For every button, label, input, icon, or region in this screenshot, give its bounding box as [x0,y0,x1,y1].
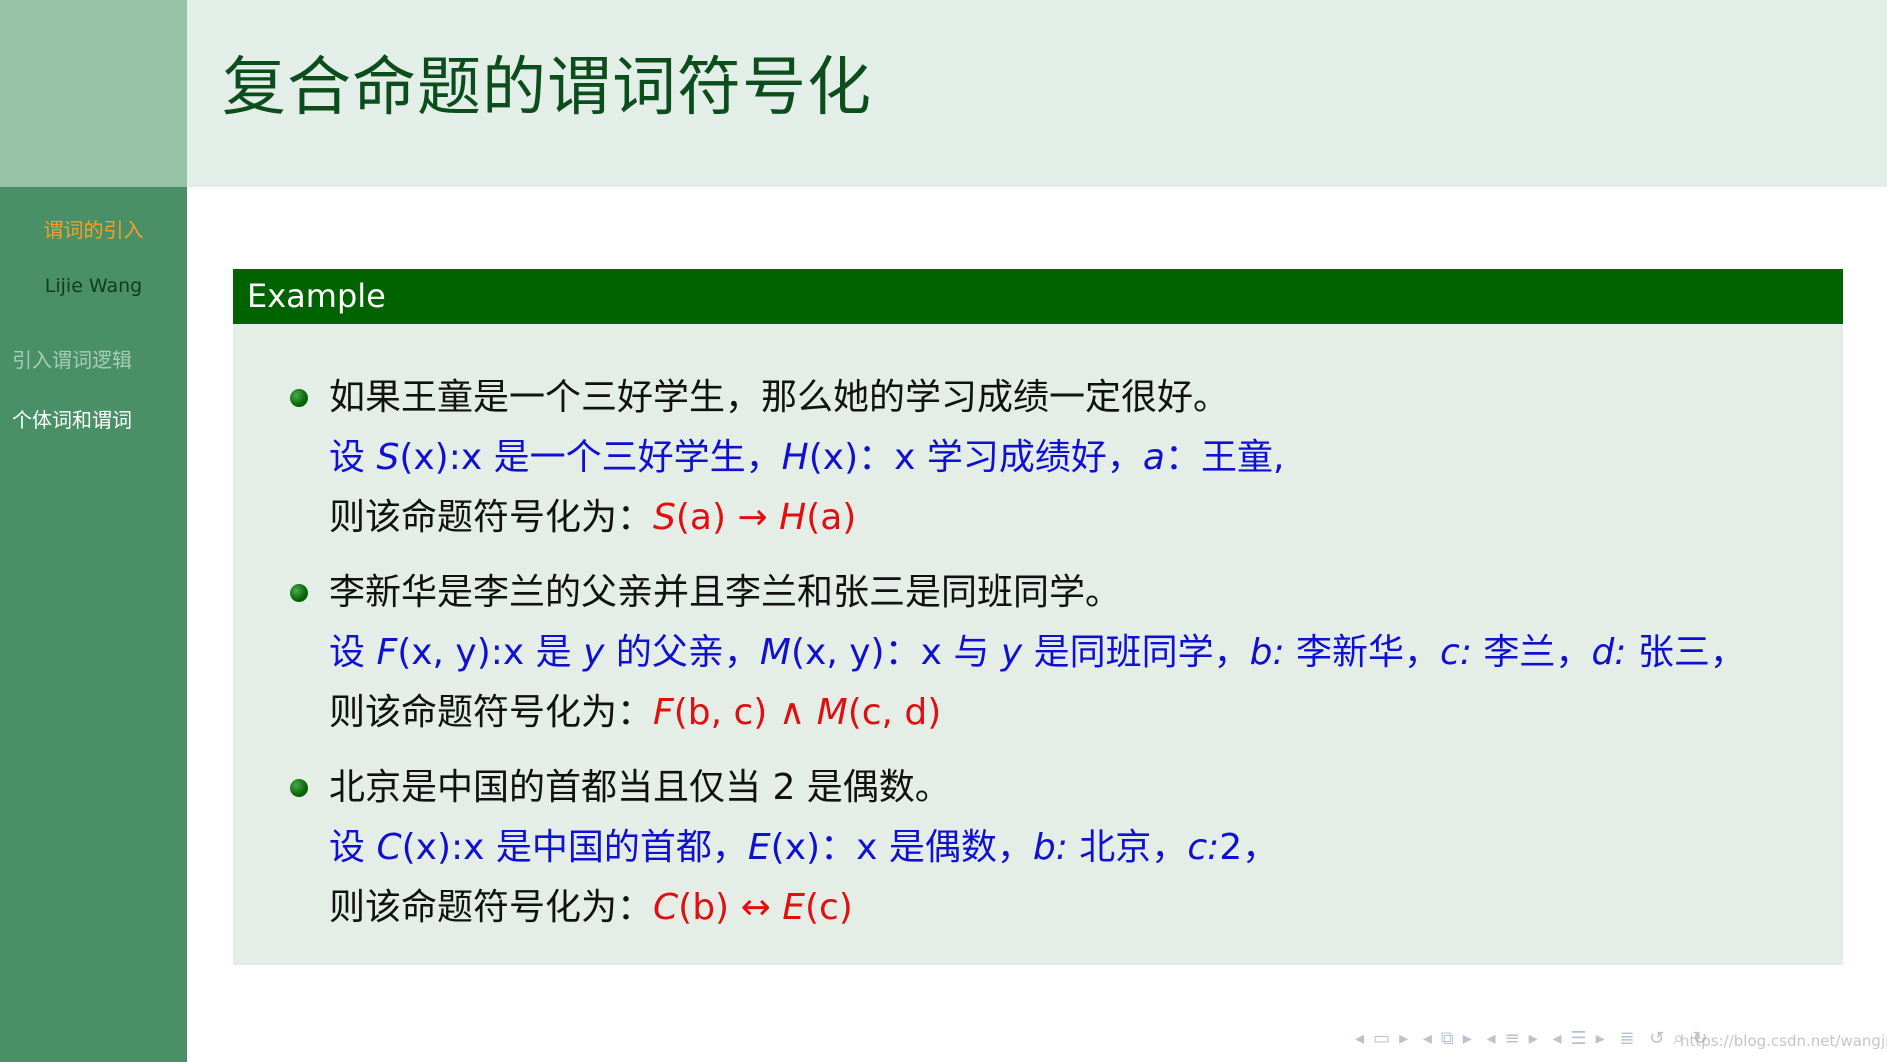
predicate-symbol: E [782,887,805,928]
predicate-args: (b) [678,887,730,928]
def-text: 李兰， [1483,632,1592,673]
result-line: 则该命题符号化为：C(b) ↔ E(c) [329,886,853,930]
def-lead: 设 [329,437,366,478]
sidebar [0,187,187,1062]
def-text: 是一个三好学生， [493,437,782,478]
definition-line: 设 S(x):x 是一个三好学生，H(x)：x 学习成绩好，a：王童, [329,436,1284,480]
logic-operator: ∧ [778,692,806,733]
predicate-args: (x) [401,827,452,868]
constant-symbol: c: [1440,632,1472,673]
math-variable: ：x [884,632,942,673]
def-text: 学习成绩好， [926,437,1143,478]
constant-symbol: b: [1249,632,1285,673]
def-lead: 设 [329,632,366,673]
constant-symbol: d: [1591,632,1627,673]
constant-symbol: b: [1032,827,1068,868]
bullet-icon [290,584,308,602]
subsection-icon[interactable]: ⧉ [1441,1028,1454,1049]
result-lead: 则该命题符号化为： [329,887,654,928]
section-icon[interactable]: ≡ [1505,1028,1520,1049]
example-block-body: 如果王童是一个三好学生，那么她的学习成绩一定很好。 设 S(x):x 是一个三好… [233,324,1843,965]
watermark: https://blog.csdn.net/wangjie [1680,1032,1887,1050]
nav-right-arrow-icon[interactable]: ▸ [1529,1028,1538,1049]
math-variable: :x [448,437,483,478]
example-block-title: Example [247,277,386,315]
nav-left-arrow-icon[interactable]: ◂ [1552,1028,1561,1049]
def-text: 张三， [1637,632,1746,673]
predicate-args: (x) [808,437,859,478]
def-text: 是 [535,632,572,673]
def-text: 是偶数， [888,827,1033,868]
statement: 如果王童是一个三好学生，那么她的学习成绩一定很好。 [329,377,1230,418]
def-text: 王童, [1200,437,1285,478]
predicate-symbol: S [376,437,400,478]
nav-left-arrow-icon[interactable]: ◂ [1487,1028,1496,1049]
predicate-args: (c, d) [847,692,942,733]
nav-right-arrow-icon[interactable]: ▸ [1463,1028,1472,1049]
math-variable: ：x [858,437,916,478]
predicate-symbol: H [779,497,807,538]
bullet-icon [290,779,308,797]
nav-left-arrow-icon[interactable]: ◂ [1423,1028,1432,1049]
sidebar-item-intro-predicate-logic[interactable]: 引入谓词逻辑 [12,344,132,373]
logic-operator: → [737,497,768,538]
result-line: 则该命题符号化为：F(b, c) ∧ M(c, d) [329,691,941,735]
sidebar-item-individual-and-predicate[interactable]: 个体词和谓词 [12,404,132,433]
predicate-args: (c) [804,887,853,928]
predicate-symbol: H [781,437,809,478]
predicate-args: (a) [806,497,857,538]
def-text: 是同班同学， [1033,632,1250,673]
sidebar-header-band [0,0,187,187]
predicate-symbol: S [653,497,676,538]
predicate-args: (x, y) [790,632,885,673]
nav-left-arrow-icon[interactable]: ◂ [1355,1028,1364,1049]
predicate-args: (x, y) [397,632,491,673]
statement: 北京是中国的首都当且仅当 2 是偶数。 [329,767,951,808]
math-variable: y [1000,632,1023,673]
predicate-symbol: F [653,692,674,733]
statement: 李新华是李兰的父亲并且李兰和张三是同班同学。 [329,572,1122,613]
predicate-symbol: C [653,887,679,928]
constant-symbol: c: [1187,827,1220,868]
bullet-icon [290,389,308,407]
result-lead: 则该命题符号化为： [329,497,654,538]
predicate-symbol: E [747,827,771,868]
nav-right-arrow-icon[interactable]: ▸ [1596,1028,1605,1049]
sidebar-author[interactable]: Lijie Wang [0,275,187,297]
result-lead: 则该命题符号化为： [329,692,654,733]
def-text: 北京， [1079,827,1188,868]
doc-icon[interactable]: ☰ [1571,1028,1587,1049]
predicate-symbol: M [816,692,848,733]
constant-symbol: a [1142,437,1165,478]
predicate-symbol: C [376,827,402,868]
result-line: 则该命题符号化为：S(a) → H(a) [329,496,856,540]
logic-operator: ↔ [740,887,771,928]
def-text: 的父亲， [615,632,760,673]
definition-line: 设 C(x):x 是中国的首都，E(x)：x 是偶数，b: 北京，c:2， [329,826,1278,870]
outline-icon[interactable]: ≣ [1619,1028,1634,1049]
back-icon[interactable]: ↺ [1649,1028,1664,1049]
def-lead: 设 [329,827,366,868]
predicate-args: (x) [770,827,821,868]
predicate-symbol: F [376,632,398,673]
sidebar-section-title[interactable]: 谓词的引入 [0,214,187,243]
math-variable: :x [490,632,525,673]
def-text: 李新华， [1296,632,1441,673]
def-text: 2， [1219,827,1279,868]
math-variable: :x [451,827,485,868]
nav-right-arrow-icon[interactable]: ▸ [1399,1028,1408,1049]
example-block-header: Example [233,269,1843,324]
def-text: 是中国的首都， [495,827,748,868]
predicate-symbol: M [759,632,791,673]
math-variable: y [583,632,605,673]
frame-icon[interactable]: ▭ [1373,1028,1390,1049]
math-variable: ：x [820,827,878,868]
page-title: 复合命题的谓词符号化 [222,51,872,125]
def-text: ： [1164,437,1201,478]
predicate-args: (a) [675,497,727,538]
def-text: 与 [953,632,990,673]
predicate-args: (x) [399,437,449,478]
definition-line: 设 F(x, y):x 是 y 的父亲，M(x, y)：x 与 y 是同班同学，… [329,631,1746,675]
predicate-args: (b, c) [673,692,768,733]
